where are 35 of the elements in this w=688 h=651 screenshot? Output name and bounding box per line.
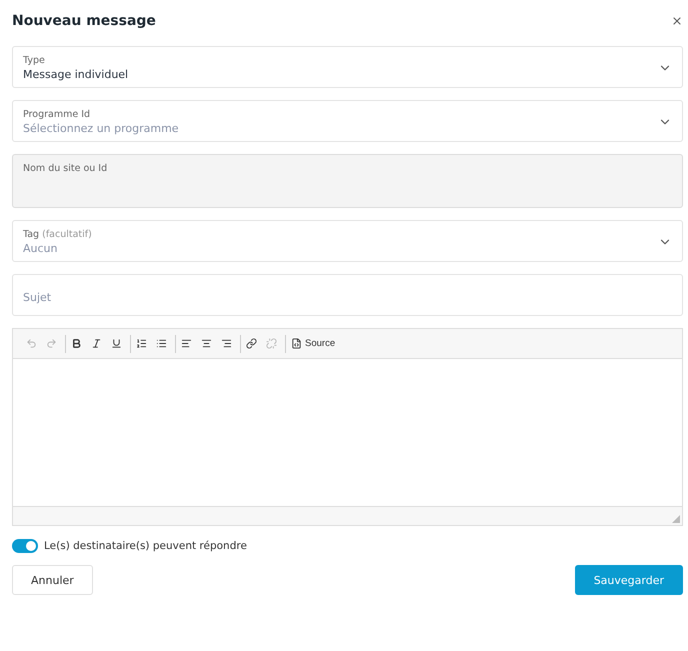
field-label: Programme Id — [23, 109, 92, 120]
cancel-button[interactable]: Annuler — [12, 565, 93, 595]
save-button[interactable]: Sauvegarder — [574, 565, 683, 595]
select-field[interactable]: Type Message individuel — [12, 46, 683, 88]
field-label: Tag (facultatif) — [23, 229, 93, 240]
bold-icon — [71, 338, 82, 349]
field-placeholder: Aucun — [23, 242, 58, 255]
toggle-label: Le(s) destinataire(s) peuvent répondre — [44, 540, 247, 552]
field-label: Nom du site ou Id — [23, 163, 108, 174]
select-field[interactable]: Tag (facultatif) Aucun — [12, 220, 683, 262]
redo-icon — [46, 338, 57, 349]
align-right-icon — [221, 338, 232, 349]
field-hint: (facultatif) — [42, 229, 92, 240]
italic-icon — [91, 338, 102, 349]
undo-icon — [26, 338, 37, 349]
text-editor[interactable]: Source — [12, 328, 683, 526]
bullet-list-icon — [156, 338, 167, 349]
field-label: Type — [23, 55, 46, 66]
reply-toggle[interactable] — [12, 539, 38, 553]
align-center-icon — [201, 338, 212, 349]
field-placeholder: Sujet — [23, 291, 52, 304]
unlink-icon — [266, 338, 277, 349]
field-placeholder: Sélectionnez un programme — [23, 122, 180, 135]
field-value: Message individuel — [23, 68, 130, 81]
link-icon — [246, 338, 257, 349]
underline-icon — [111, 338, 122, 349]
resize-handle-icon[interactable] — [672, 515, 680, 523]
source-icon — [291, 338, 302, 349]
ordered-list-icon — [136, 338, 147, 349]
source-button[interactable]: Source — [289, 334, 338, 352]
input-field[interactable]: Sujet — [12, 274, 683, 316]
dialog-title: Nouveau message — [12, 13, 156, 29]
select-field[interactable]: Programme Id Sélectionnez un programme — [12, 100, 683, 142]
close-icon[interactable] — [671, 15, 683, 27]
align-left-icon — [181, 338, 192, 349]
